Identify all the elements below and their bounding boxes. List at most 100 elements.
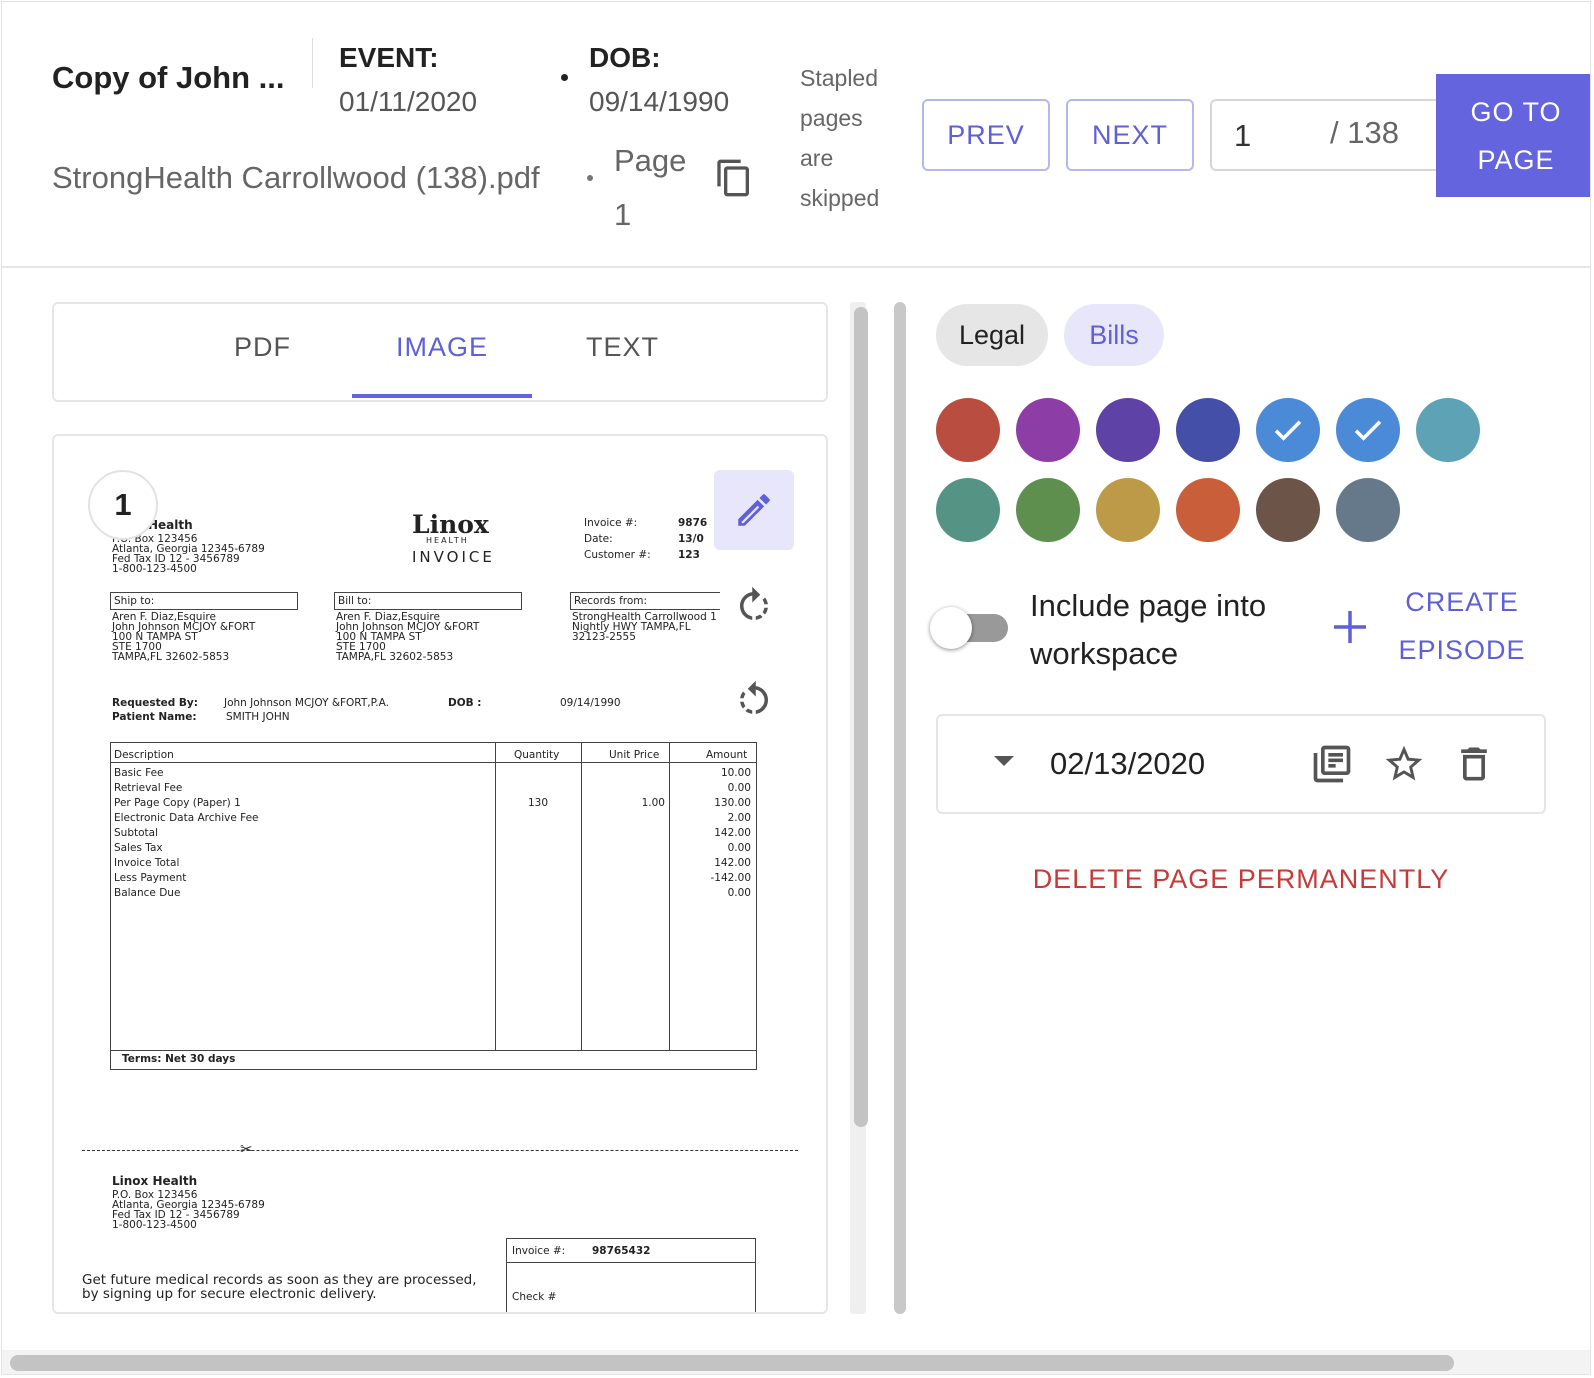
records-from-line: 32123-2555	[572, 631, 636, 643]
panel-scrollbar[interactable]	[894, 302, 906, 1314]
table-cell-amount: 0.00	[727, 782, 751, 794]
stub-address-line: 1-800-123-4500	[112, 1219, 197, 1231]
stub-box-rule	[506, 1262, 756, 1263]
color-swatch-selected[interactable]	[1256, 398, 1320, 462]
invoice-logo-sub: HEALTH	[426, 536, 469, 545]
table-cell-amount: 10.00	[720, 767, 751, 779]
page-label: Page 1	[614, 143, 687, 232]
copy-icon[interactable]	[714, 156, 754, 200]
invoice-meta-label: Invoice #:	[584, 517, 638, 529]
plus-icon[interactable]	[1330, 607, 1370, 647]
invoice-table	[110, 742, 757, 1070]
color-swatch[interactable]	[1016, 398, 1080, 462]
edit-button[interactable]	[714, 470, 794, 550]
rotate-counterclockwise-icon	[740, 680, 768, 714]
pencil-icon	[738, 494, 770, 526]
star-icon[interactable]	[1382, 742, 1426, 786]
stub-company: Linox Health	[112, 1174, 198, 1188]
rotate-counterclockwise-button[interactable]	[714, 660, 794, 740]
ship-to-line: TAMPA,FL 32602-5853	[112, 651, 230, 663]
color-swatch-selected[interactable]	[1336, 398, 1400, 462]
include-workspace-label: Include page into workspace	[1030, 588, 1267, 671]
next-page-button[interactable]: NEXT	[1066, 99, 1194, 171]
ship-to-label: Ship to:	[114, 595, 155, 607]
table-header: Unit Price	[609, 749, 660, 761]
color-swatch[interactable]	[1096, 478, 1160, 542]
page-total: / 138	[1330, 115, 1399, 150]
tab-image[interactable]: IMAGE	[396, 332, 488, 363]
go-to-page-button[interactable]: GO TO PAGE	[1436, 74, 1590, 197]
event-label: EVENT:	[339, 42, 439, 73]
table-cell-amount: -142.00	[710, 872, 751, 884]
table-cell-desc: Less Payment	[114, 872, 187, 884]
stub-message: by signing up for secure electronic deli…	[82, 1286, 377, 1302]
color-swatch[interactable]	[936, 478, 1000, 542]
rotate-clockwise-button[interactable]	[714, 566, 794, 646]
horizontal-scrollbar-thumb[interactable]	[10, 1355, 1454, 1371]
requested-by-value: John Johnson MCJOY &FORT,P.A.	[224, 697, 389, 709]
expand-caret-icon[interactable]	[994, 756, 1014, 766]
header-divider	[312, 38, 313, 88]
check-icon	[1354, 420, 1382, 441]
color-swatch[interactable]	[1416, 398, 1480, 462]
create-episode-button[interactable]: CREATE EPISODE	[1388, 578, 1536, 674]
invoice-terms: Terms: Net 30 days	[122, 1053, 236, 1065]
invoice-meta-value: 123	[678, 549, 700, 561]
table-col-rule	[495, 742, 496, 1050]
scissors-icon: ✂	[240, 1140, 253, 1158]
table-cell-amount: 142.00	[714, 827, 751, 839]
invoice-meta-value: 9876	[678, 517, 708, 529]
color-swatch[interactable]	[936, 398, 1000, 462]
active-tab-indicator	[352, 394, 532, 398]
dob-label: DOB:	[589, 42, 661, 73]
table-cell-unit: 1.00	[641, 797, 665, 809]
separator-dot	[587, 175, 593, 181]
table-header: Amount	[706, 749, 748, 761]
stapled-pages-note: Stapled pages are skipped	[800, 65, 880, 211]
separator-dot	[561, 74, 568, 81]
stub-invoice-value: 98765432	[592, 1245, 651, 1257]
viewer-scrollbar-thumb[interactable]	[854, 307, 868, 1127]
dob-value: 09/14/1990	[589, 86, 730, 117]
include-toggle[interactable]	[930, 607, 972, 649]
go-to-page-label: GO TO PAGE	[1470, 96, 1562, 175]
records-from-label: Records from:	[574, 595, 648, 607]
tab-text[interactable]: TEXT	[586, 332, 659, 363]
table-cell-amount: 142.00	[714, 857, 751, 869]
table-header: Description	[114, 749, 174, 761]
invoice-heading: INVOICE	[412, 548, 495, 566]
check-icon	[1274, 420, 1302, 441]
stub-invoice-label: Invoice #:	[512, 1245, 566, 1257]
color-swatch[interactable]	[1336, 478, 1400, 542]
delete-page-button[interactable]: DELETE PAGE PERMANENTLY	[936, 864, 1546, 895]
color-swatch[interactable]	[1176, 478, 1240, 542]
color-swatch[interactable]	[1096, 398, 1160, 462]
table-cell-desc: Electronic Data Archive Fee	[114, 812, 259, 824]
table-cell-desc: Per Page Copy (Paper) 1	[114, 797, 241, 809]
trash-icon[interactable]	[1452, 742, 1496, 786]
prev-page-button[interactable]: PREV	[922, 99, 1050, 171]
patient-name-value: SMITH JOHN	[226, 711, 290, 723]
invoice-meta-value: 13/0	[678, 533, 704, 545]
color-swatch[interactable]	[1016, 478, 1080, 542]
bill-to-label: Bill to:	[338, 595, 372, 607]
tab-pdf[interactable]: PDF	[234, 332, 291, 363]
page-number-input[interactable]	[1234, 115, 1314, 157]
library-books-icon[interactable]	[1310, 742, 1354, 786]
page-image-viewer: 1 Health P.O. Box 123456 Atlanta, Georgi…	[52, 434, 828, 1314]
document-title[interactable]: Copy of John ...	[52, 60, 285, 96]
table-header: Quantity	[514, 749, 560, 761]
table-header-rule	[110, 762, 757, 763]
color-swatch[interactable]	[1256, 478, 1320, 542]
color-swatch[interactable]	[1176, 398, 1240, 462]
chip-legal[interactable]: Legal	[936, 304, 1048, 366]
episode-row: 02/13/2020	[936, 714, 1546, 814]
invoice-meta-label: Customer #:	[584, 549, 651, 561]
chip-bills[interactable]: Bills	[1064, 304, 1164, 366]
rotate-clockwise-icon	[740, 586, 768, 620]
page-number-badge: 1	[88, 470, 158, 540]
table-cell-desc: Basic Fee	[114, 767, 164, 779]
table-cell-desc: Balance Due	[114, 887, 181, 899]
table-cell-desc: Sales Tax	[114, 842, 163, 854]
table-cell-amount: 130.00	[714, 797, 751, 809]
